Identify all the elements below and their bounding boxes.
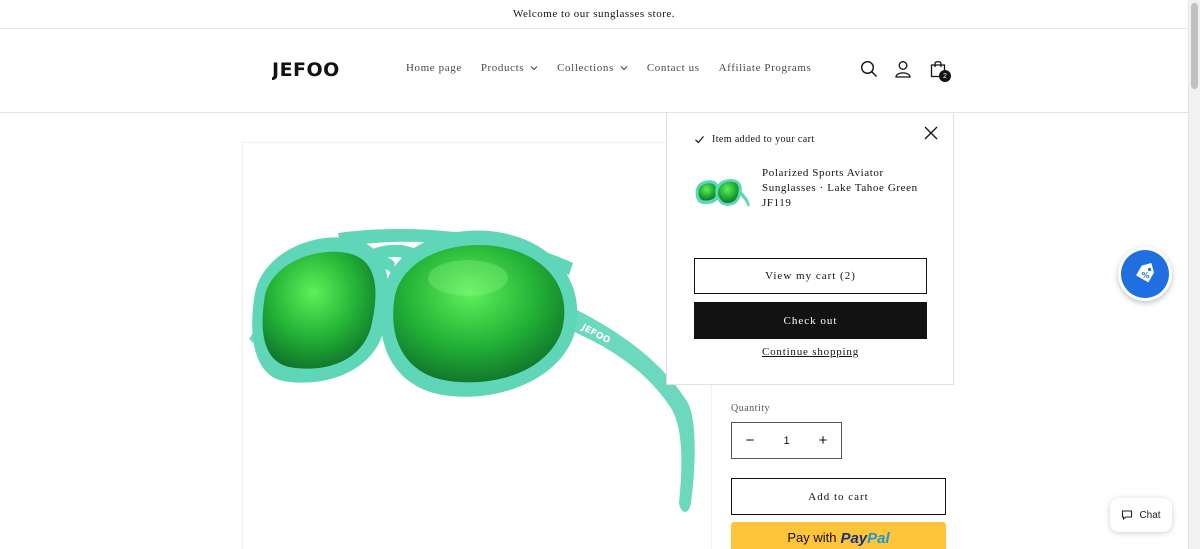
nav-contact[interactable]: Contact us bbox=[647, 62, 700, 74]
cart-item-name[interactable]: Polarized Sports Aviator Sunglasses · La… bbox=[762, 166, 932, 211]
main-nav: Home page Products Collections Contact u… bbox=[406, 62, 830, 74]
announcement-bar: Welcome to our sunglasses store. bbox=[0, 0, 1188, 29]
discount-widget-inner: % bbox=[1121, 250, 1169, 298]
chevron-down-icon bbox=[620, 66, 628, 71]
nav-contact-label: Contact us bbox=[646, 62, 700, 74]
cart-item-thumbnail bbox=[695, 179, 750, 207]
announcement-text: Welcome to our sunglasses store. bbox=[512, 8, 676, 20]
quantity-increase-button[interactable]: + bbox=[817, 432, 829, 449]
chat-bubble-icon bbox=[1122, 510, 1133, 521]
continue-shopping-link[interactable]: Continue shopping bbox=[694, 346, 927, 358]
paypal-brand-pal: Pal bbox=[867, 530, 890, 547]
page-scrollbar[interactable] bbox=[1188, 0, 1200, 549]
paypal-button[interactable]: Pay with Pay Pal bbox=[731, 522, 946, 549]
nav-products[interactable]: Products bbox=[481, 62, 538, 74]
nav-affiliate[interactable]: Affiliate Programs bbox=[719, 62, 812, 74]
add-to-cart-button[interactable]: Add to cart bbox=[731, 478, 946, 515]
discount-tag-icon: % bbox=[1136, 262, 1154, 283]
svg-text:%: % bbox=[1142, 271, 1150, 280]
svg-text:JEFOO: JEFOO bbox=[272, 59, 340, 81]
paypal-prefix: Pay with bbox=[787, 530, 837, 545]
nav-collections[interactable]: Collections bbox=[557, 62, 628, 74]
product-image[interactable]: JEFOO bbox=[242, 142, 712, 549]
nav-affiliate-label: Affiliate Programs bbox=[718, 62, 812, 74]
account-icon[interactable] bbox=[893, 59, 913, 79]
quantity-label: Quantity bbox=[731, 403, 770, 414]
quantity-decrease-button[interactable]: − bbox=[744, 432, 756, 449]
jefoo-logo[interactable]: JEFOO bbox=[272, 57, 350, 81]
scrollbar-thumb[interactable] bbox=[1191, 3, 1198, 89]
item-added-text: Item added to your cart bbox=[712, 134, 815, 145]
close-icon[interactable] bbox=[924, 126, 938, 140]
discount-widget-button[interactable]: % bbox=[1118, 247, 1172, 301]
check-icon bbox=[695, 136, 704, 144]
sunglasses-illustration: JEFOO bbox=[249, 228, 695, 512]
nav-home-label: Home page bbox=[406, 62, 462, 74]
chat-widget-button[interactable]: Chat bbox=[1110, 498, 1172, 532]
search-icon[interactable] bbox=[859, 59, 879, 79]
paypal-brand-pay: Pay bbox=[840, 530, 868, 547]
chevron-down-icon bbox=[530, 66, 538, 71]
chat-label: Chat bbox=[1139, 509, 1161, 521]
cart-notification-heading: Item added to your cart bbox=[694, 134, 815, 145]
cart-count-badge: 2 bbox=[939, 70, 951, 82]
nav-products-label: Products bbox=[480, 62, 525, 74]
quantity-stepper: − 1 + bbox=[731, 422, 842, 459]
nav-home[interactable]: Home page bbox=[406, 62, 462, 74]
quantity-input[interactable]: 1 bbox=[783, 435, 789, 447]
view-cart-button[interactable]: View my cart (2) bbox=[694, 258, 927, 294]
nav-collections-label: Collections bbox=[557, 62, 614, 74]
cart-notification: Item added to your cart Polarized Sports… bbox=[666, 113, 954, 385]
site-header: JEFOO Home page Products Collections Con… bbox=[0, 29, 1188, 113]
checkout-button[interactable]: Check out bbox=[694, 302, 927, 339]
